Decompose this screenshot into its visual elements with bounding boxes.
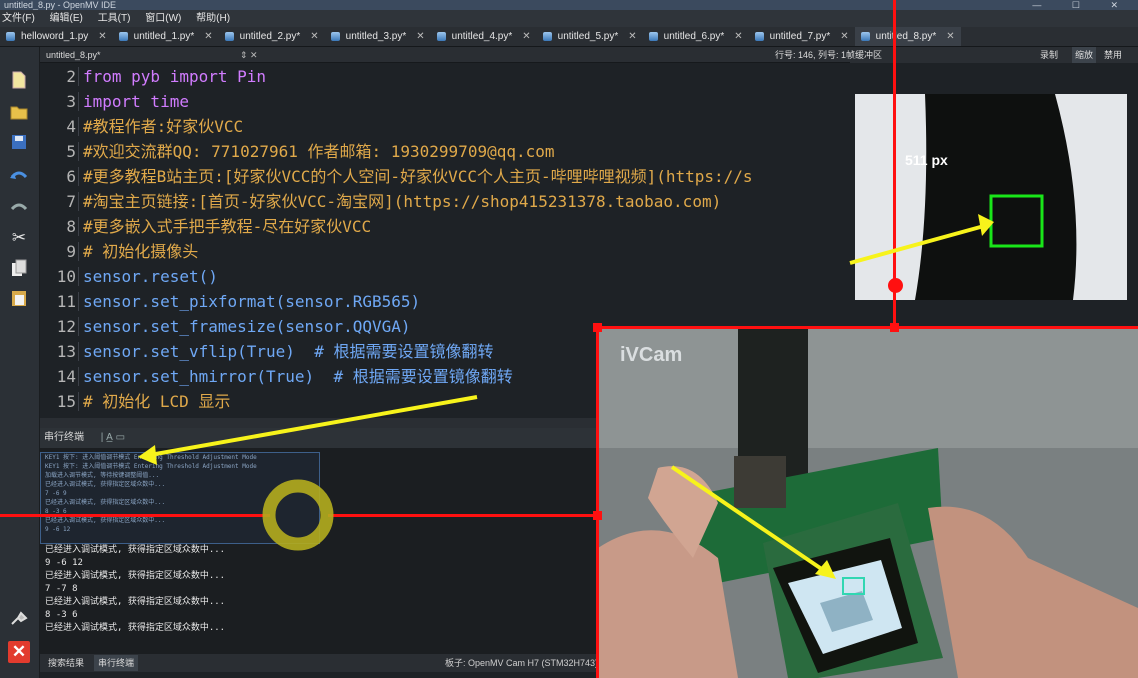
annotation-overlay bbox=[138, 214, 994, 579]
cursor-ring bbox=[262, 479, 334, 551]
